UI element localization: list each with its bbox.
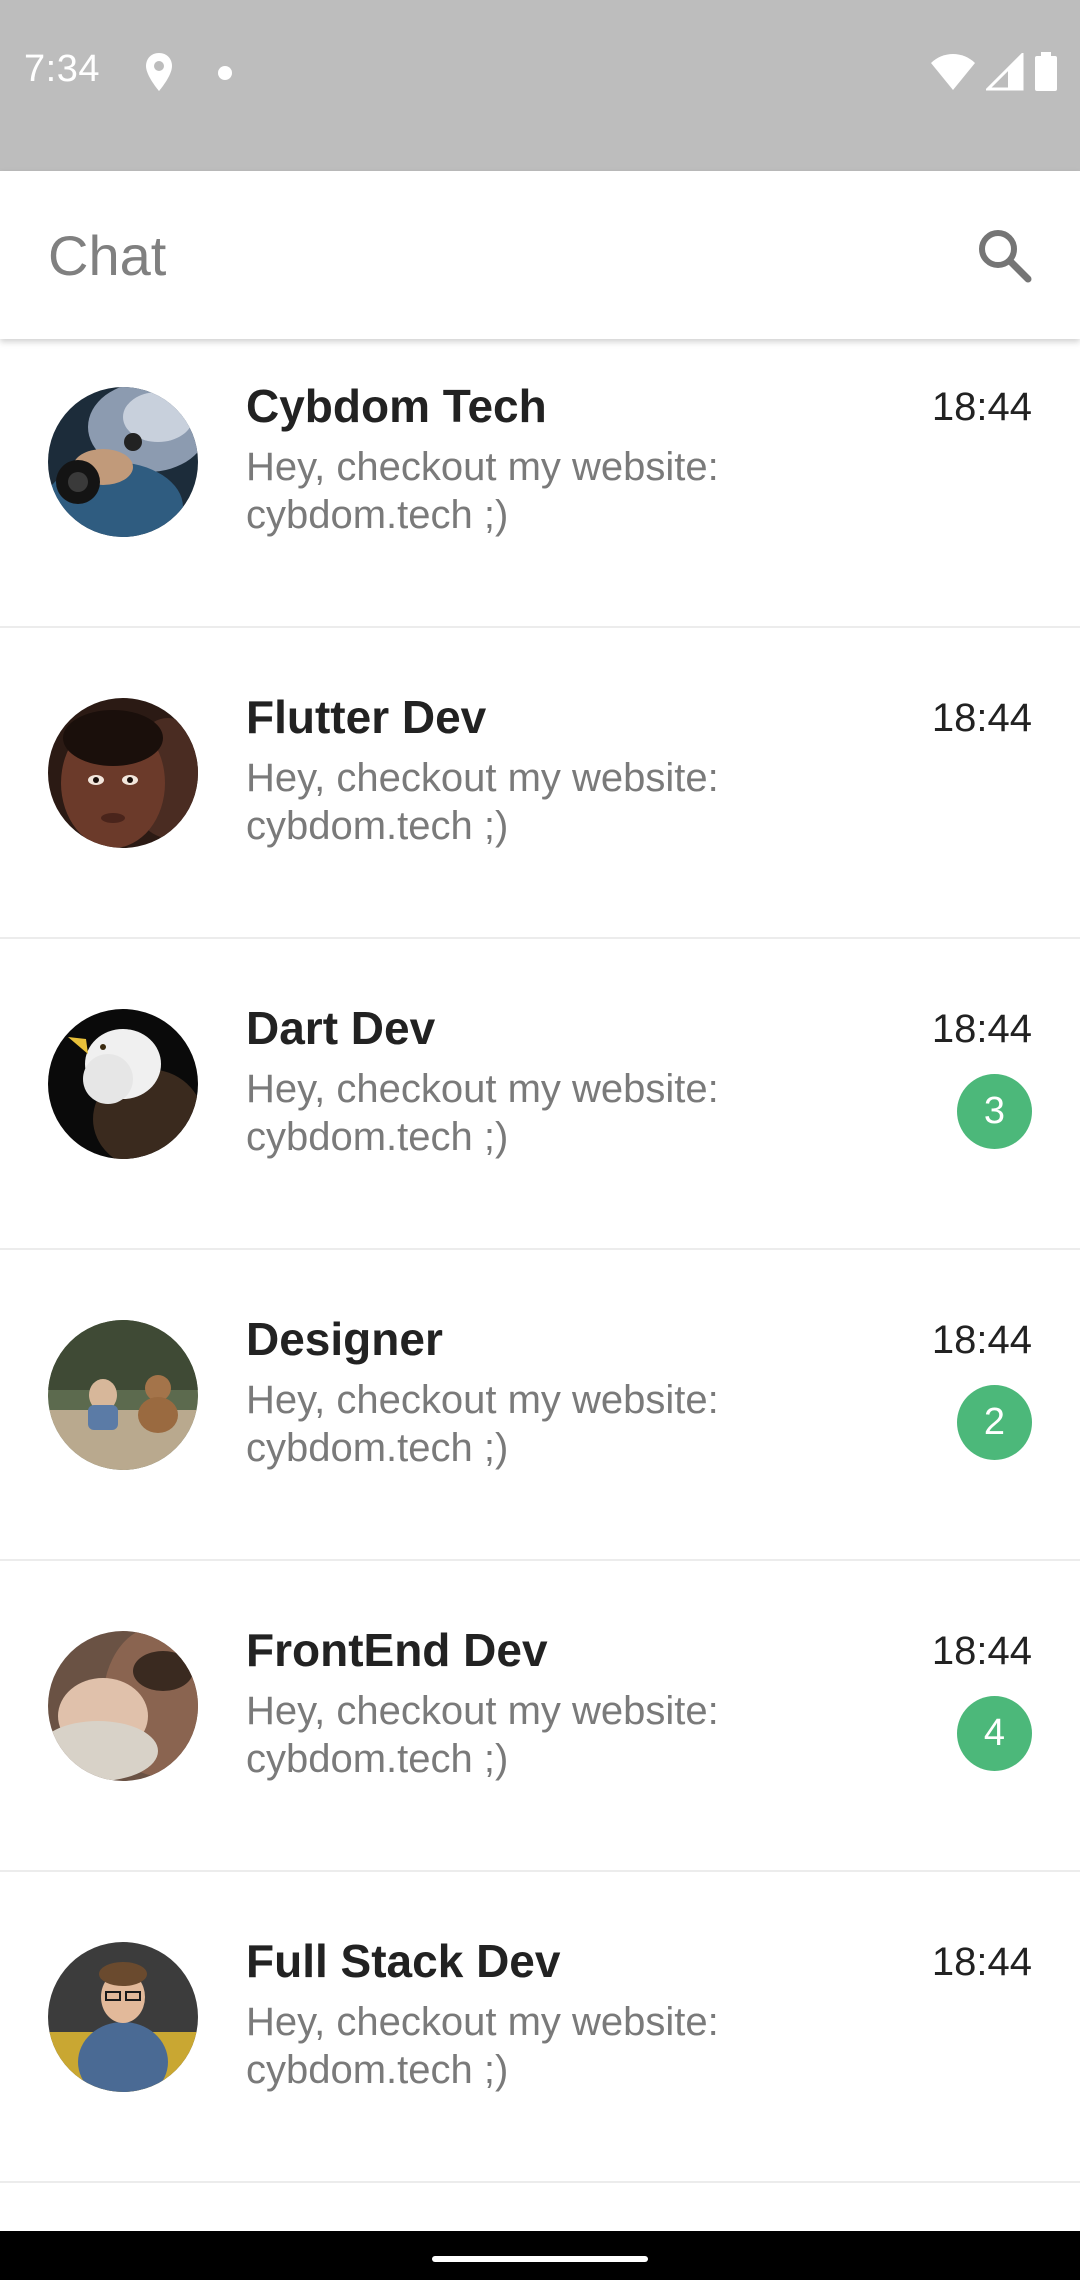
chat-item[interactable]: Designer Hey, checkout my website: cybdo… xyxy=(0,1250,1080,1561)
chat-name: Designer xyxy=(246,1313,443,1365)
navigation-bar xyxy=(0,2231,1080,2280)
chat-name: FrontEnd Dev xyxy=(246,1624,548,1676)
chat-message: Hey, checkout my website: cybdom.tech ;) xyxy=(246,445,719,537)
chat-message: Hey, checkout my website: cybdom.tech ;) xyxy=(246,1378,719,1470)
avatar xyxy=(48,1942,198,2092)
chat-item[interactable]: FrontEnd Dev Hey, checkout my website: c… xyxy=(0,1561,1080,1872)
avatar xyxy=(48,1009,198,1159)
notification-dot-icon xyxy=(218,66,232,80)
chat-message: Hey, checkout my website: cybdom.tech ;) xyxy=(246,1689,719,1781)
avatar xyxy=(48,698,198,848)
chat-name: Cybdom Tech xyxy=(246,380,547,432)
chat-item[interactable]: Full Stack Dev Hey, checkout my website:… xyxy=(0,1872,1080,2183)
chat-time: 18:44 xyxy=(931,1007,1032,1051)
chat-message: Hey, checkout my website: cybdom.tech ;) xyxy=(246,2000,719,2092)
chat-message: Hey, checkout my website: cybdom.tech ;) xyxy=(246,756,719,848)
status-time: 7:34 xyxy=(24,48,100,90)
wifi-icon xyxy=(931,54,975,90)
chat-time: 18:44 xyxy=(931,696,1032,740)
unread-badge: 4 xyxy=(957,1696,1032,1771)
chat-item[interactable]: Dart Dev Hey, checkout my website: cybdo… xyxy=(0,939,1080,1250)
chat-item[interactable]: Flutter Dev Hey, checkout my website: cy… xyxy=(0,628,1080,939)
search-icon[interactable] xyxy=(970,221,1040,291)
home-gesture-handle[interactable] xyxy=(432,2256,648,2262)
unread-badge: 3 xyxy=(957,1074,1032,1149)
avatar xyxy=(48,1631,198,1781)
chat-time: 18:44 xyxy=(931,385,1032,429)
chat-name: Flutter Dev xyxy=(246,691,487,743)
location-icon xyxy=(146,53,172,91)
chat-name: Full Stack Dev xyxy=(246,1935,561,1987)
chat-list: Cybdom Tech Hey, checkout my website: cy… xyxy=(0,339,1080,2231)
unread-badge: 2 xyxy=(957,1385,1032,1460)
chat-time: 18:44 xyxy=(931,1629,1032,1673)
avatar xyxy=(48,1320,198,1470)
chat-time: 18:44 xyxy=(931,1940,1032,1984)
chat-name: Dart Dev xyxy=(246,1002,436,1054)
avatar xyxy=(48,387,198,537)
page-title: Chat xyxy=(48,224,167,287)
app-bar: Chat xyxy=(0,171,1080,339)
chat-item[interactable]: Cybdom Tech Hey, checkout my website: cy… xyxy=(0,339,1080,628)
chat-time: 18:44 xyxy=(931,1318,1032,1362)
signal-icon xyxy=(986,53,1024,91)
status-bar: 7:34 xyxy=(0,0,1080,171)
status-icons xyxy=(930,50,1058,94)
battery-icon xyxy=(1035,52,1057,91)
chat-message: Hey, checkout my website: cybdom.tech ;) xyxy=(246,1067,719,1159)
